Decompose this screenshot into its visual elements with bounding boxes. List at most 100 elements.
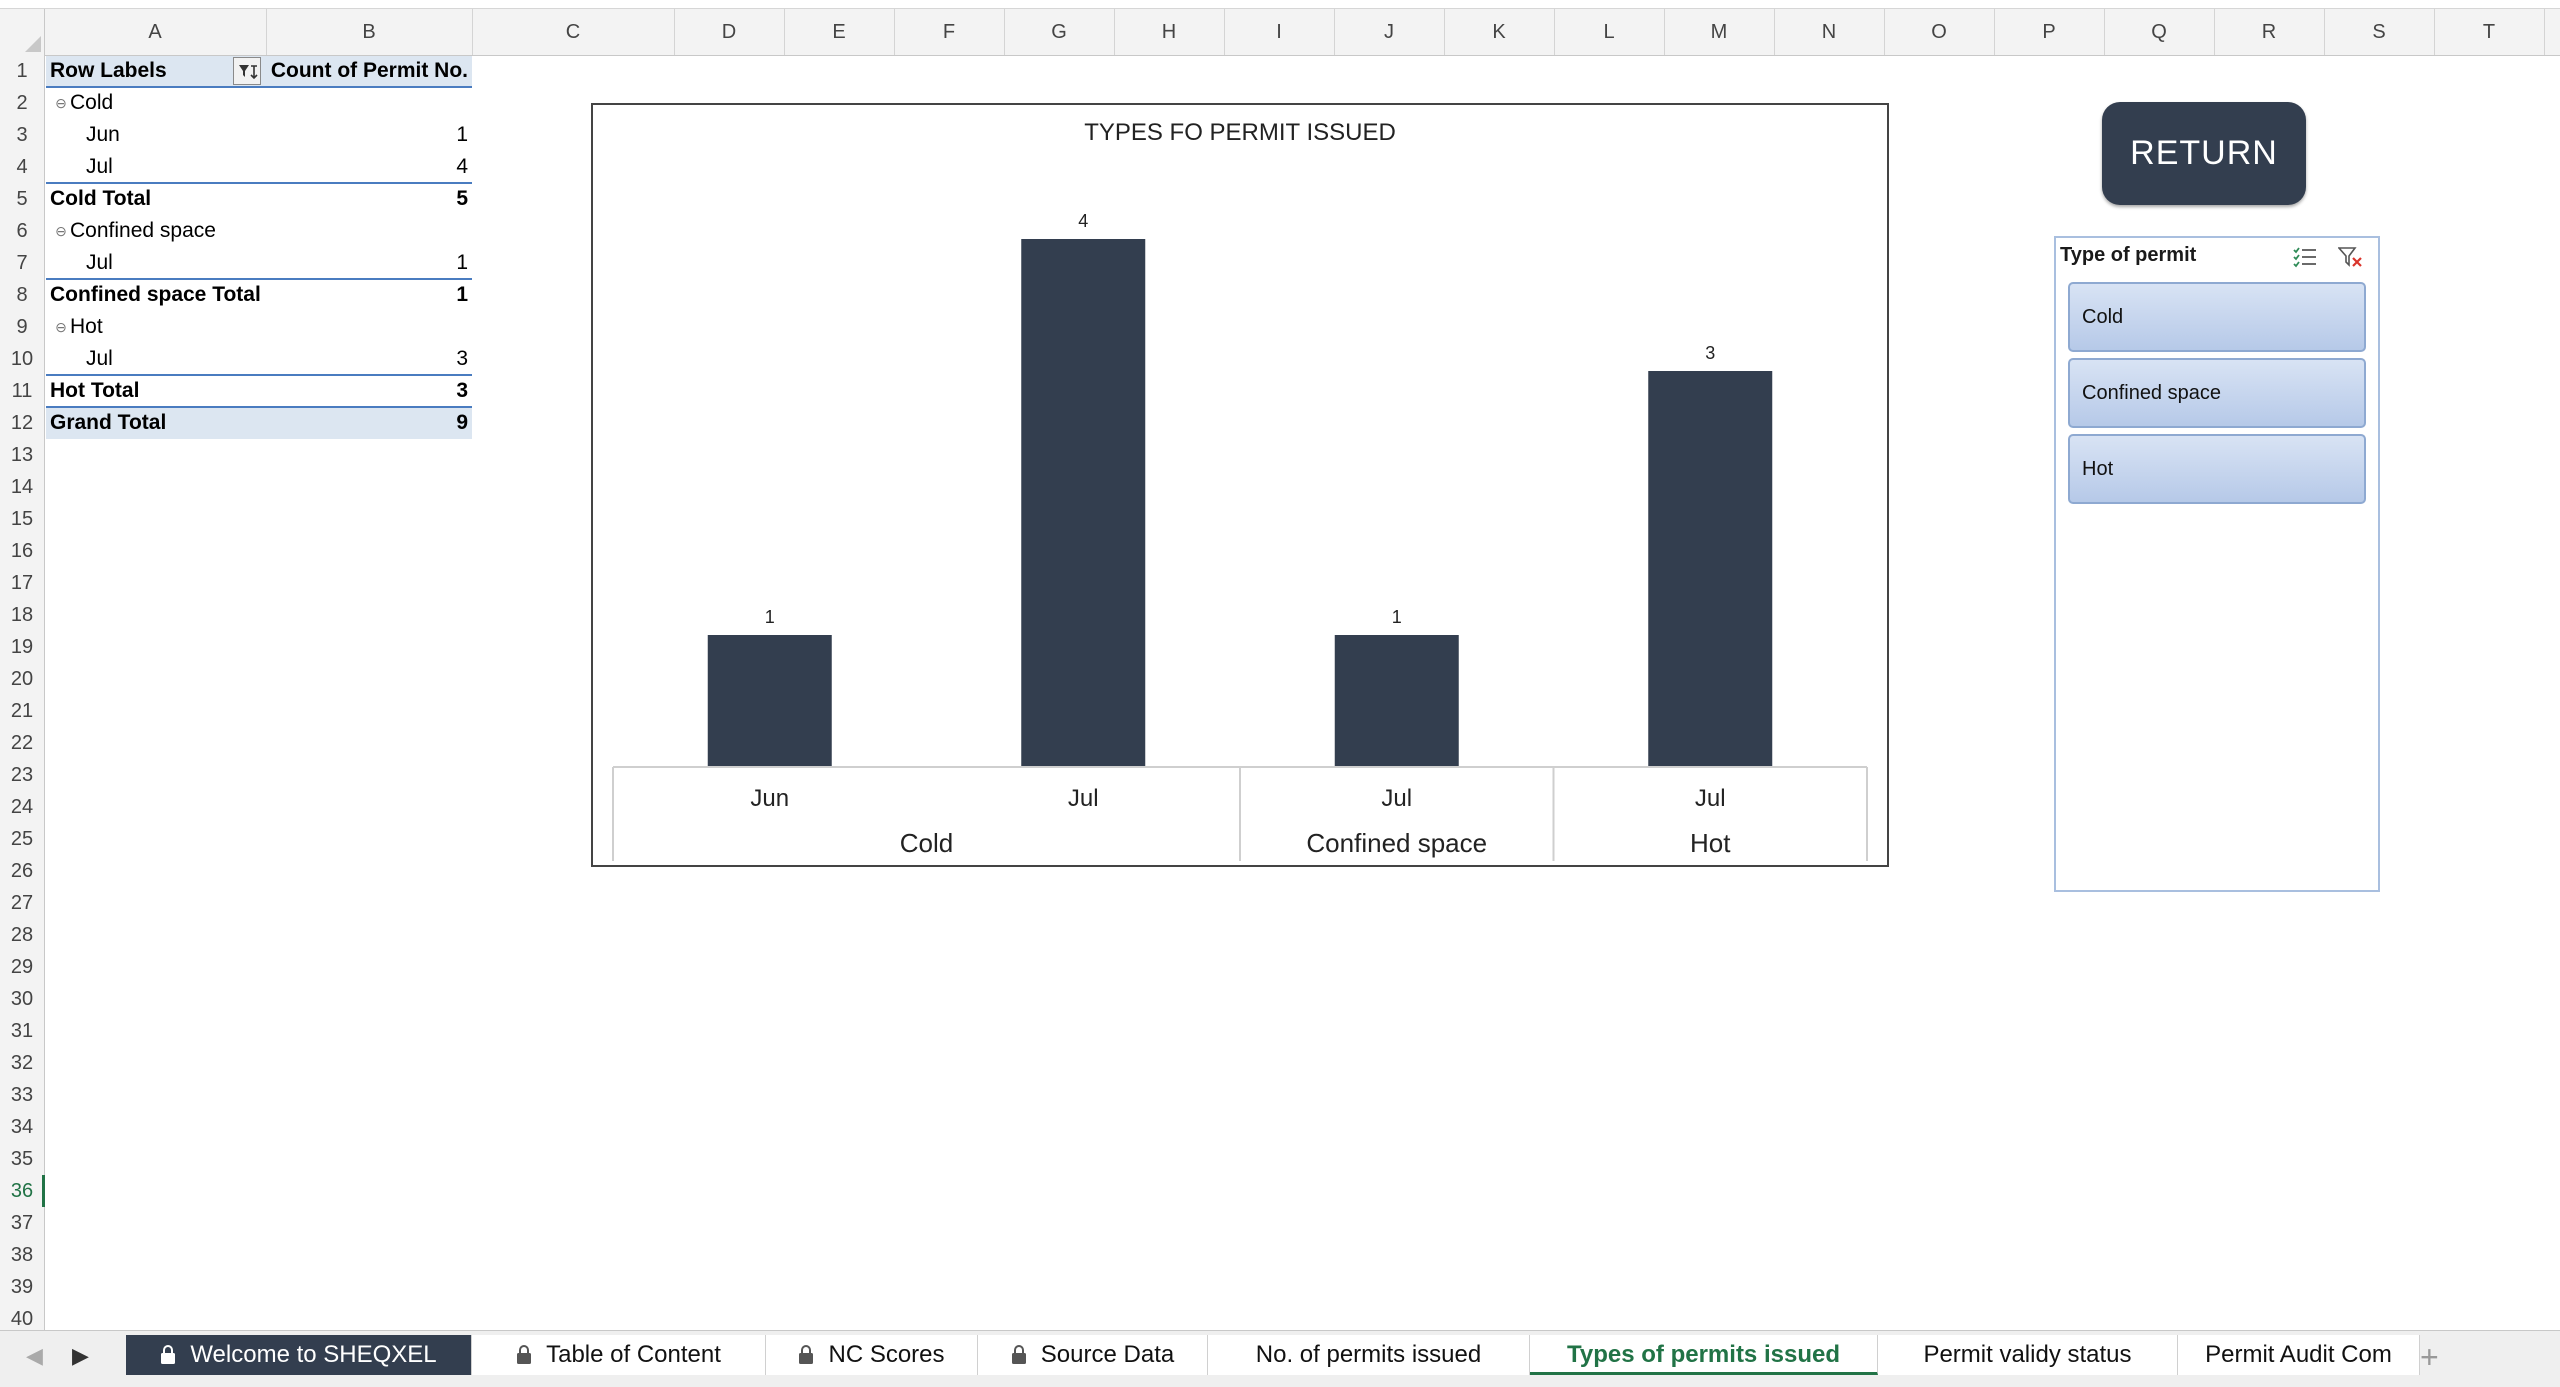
pivot-row-label[interactable]: Hot xyxy=(70,311,262,343)
column-header-o[interactable]: O xyxy=(1884,9,1995,55)
permit-type-slicer[interactable]: Type of permit Cold Confined space Hot xyxy=(2054,236,2380,892)
pivot-row-label[interactable]: Jul xyxy=(86,343,262,375)
row-header-32[interactable]: 32 xyxy=(0,1047,44,1079)
row-header-31[interactable]: 31 xyxy=(0,1015,44,1047)
column-header-r[interactable]: R xyxy=(2214,9,2325,55)
row-header-6[interactable]: 6 xyxy=(0,215,44,247)
row-header-36[interactable]: 36 xyxy=(0,1175,45,1207)
row-header-34[interactable]: 34 xyxy=(0,1111,44,1143)
sheet-tab[interactable]: No. of permits issued xyxy=(1208,1335,1530,1375)
prev-sheet-icon[interactable]: ◀ xyxy=(26,1343,43,1369)
pivot-row-label[interactable]: Cold xyxy=(70,87,262,119)
pivot-row-value[interactable]: 5 xyxy=(266,183,468,215)
pivot-row-value[interactable]: 3 xyxy=(266,375,468,407)
pivot-row-value[interactable] xyxy=(266,215,468,247)
row-header-11[interactable]: 11 xyxy=(0,375,44,407)
column-header-l[interactable]: L xyxy=(1554,9,1665,55)
sheet-tab[interactable]: NC Scores xyxy=(766,1335,978,1375)
pivot-header-count[interactable]: Count of Permit No. xyxy=(262,55,468,87)
clear-filter-icon[interactable] xyxy=(2338,246,2364,268)
row-header-17[interactable]: 17 xyxy=(0,567,44,599)
row-header-1[interactable]: 1 xyxy=(0,55,44,87)
column-header-j[interactable]: J xyxy=(1334,9,1445,55)
row-header-21[interactable]: 21 xyxy=(0,695,44,727)
return-button[interactable]: RETURN xyxy=(2102,102,2306,205)
sheet-tab[interactable]: Table of Content xyxy=(472,1335,766,1375)
row-header-2[interactable]: 2 xyxy=(0,87,44,119)
row-header-20[interactable]: 20 xyxy=(0,663,44,695)
column-header-e[interactable]: E xyxy=(784,9,895,55)
column-header-q[interactable]: Q xyxy=(2104,9,2215,55)
row-header-26[interactable]: 26 xyxy=(0,855,44,887)
row-header-4[interactable]: 4 xyxy=(0,151,44,183)
slicer-item-hot[interactable]: Hot xyxy=(2068,434,2366,504)
next-sheet-icon[interactable]: ▶ xyxy=(72,1343,89,1369)
row-header-29[interactable]: 29 xyxy=(0,951,44,983)
column-header-b[interactable]: B xyxy=(266,9,473,55)
pivot-row-label[interactable]: Cold Total xyxy=(50,183,262,215)
row-header-7[interactable]: 7 xyxy=(0,247,44,279)
slicer-item-confined-space[interactable]: Confined space xyxy=(2068,358,2366,428)
column-header-s[interactable]: S xyxy=(2324,9,2435,55)
pivot-row-label[interactable]: Grand Total xyxy=(50,407,262,439)
row-header-9[interactable]: 9 xyxy=(0,311,44,343)
pivot-row-label[interactable]: Jul xyxy=(86,151,262,183)
column-header-k[interactable]: K xyxy=(1444,9,1555,55)
sheet-tab[interactable]: Types of permits issued xyxy=(1530,1335,1878,1375)
pivot-row-label[interactable]: Jul xyxy=(86,247,262,279)
row-header-3[interactable]: 3 xyxy=(0,119,44,151)
column-header-d[interactable]: D xyxy=(674,9,785,55)
row-header-24[interactable]: 24 xyxy=(0,791,44,823)
row-header-13[interactable]: 13 xyxy=(0,439,44,471)
collapse-icon[interactable]: ⊖ xyxy=(54,96,68,110)
column-header-f[interactable]: F xyxy=(894,9,1005,55)
types-of-permit-chart[interactable]: TYPES FO PERMIT ISSUED 1 Jun 4 Jul 1 Jul 3 Jul Co… xyxy=(591,103,1889,867)
row-header-15[interactable]: 15 xyxy=(0,503,44,535)
column-header-g[interactable]: G xyxy=(1004,9,1115,55)
pivot-row-label[interactable]: Confined space xyxy=(70,215,262,247)
row-header-35[interactable]: 35 xyxy=(0,1143,44,1175)
row-header-8[interactable]: 8 xyxy=(0,279,44,311)
sheet-tab[interactable]: Welcome to SHEQXEL xyxy=(126,1335,472,1375)
multi-select-icon[interactable] xyxy=(2292,246,2318,268)
column-header-m[interactable]: M xyxy=(1664,9,1775,55)
row-header-18[interactable]: 18 xyxy=(0,599,44,631)
row-header-33[interactable]: 33 xyxy=(0,1079,44,1111)
row-header-19[interactable]: 19 xyxy=(0,631,44,663)
sheet-tab[interactable]: Permit Audit Com xyxy=(2178,1335,2420,1375)
column-header-t[interactable]: T xyxy=(2434,9,2545,55)
row-header-25[interactable]: 25 xyxy=(0,823,44,855)
row-header-16[interactable]: 16 xyxy=(0,535,44,567)
collapse-icon[interactable]: ⊖ xyxy=(54,224,68,238)
row-header-23[interactable]: 23 xyxy=(0,759,44,791)
pivot-row-value[interactable]: 9 xyxy=(266,407,468,439)
collapse-icon[interactable]: ⊖ xyxy=(54,320,68,334)
pivot-row-value[interactable] xyxy=(266,87,468,119)
pivot-row-label[interactable]: Confined space Total xyxy=(50,279,262,311)
pivot-row-value[interactable]: 3 xyxy=(266,343,468,375)
row-header-14[interactable]: 14 xyxy=(0,471,44,503)
pivot-header-row-labels[interactable]: Row Labels xyxy=(50,55,230,87)
column-header-h[interactable]: H xyxy=(1114,9,1225,55)
column-header-p[interactable]: P xyxy=(1994,9,2105,55)
pivot-row-value[interactable]: 1 xyxy=(266,247,468,279)
row-header-30[interactable]: 30 xyxy=(0,983,44,1015)
sheet-tab[interactable]: Source Data xyxy=(978,1335,1208,1375)
pivot-row-label[interactable]: Hot Total xyxy=(50,375,262,407)
row-header-27[interactable]: 27 xyxy=(0,887,44,919)
pivot-filter-button[interactable] xyxy=(233,57,261,85)
row-header-28[interactable]: 28 xyxy=(0,919,44,951)
row-header-39[interactable]: 39 xyxy=(0,1271,44,1303)
pivot-row-value[interactable]: 4 xyxy=(266,151,468,183)
pivot-row-value[interactable] xyxy=(266,311,468,343)
column-header-c[interactable]: C xyxy=(472,9,675,55)
add-sheet-icon[interactable]: + xyxy=(2420,1339,2439,1376)
row-header-37[interactable]: 37 xyxy=(0,1207,44,1239)
row-header-10[interactable]: 10 xyxy=(0,343,44,375)
column-header-n[interactable]: N xyxy=(1774,9,1885,55)
column-header-i[interactable]: I xyxy=(1224,9,1335,55)
row-header-38[interactable]: 38 xyxy=(0,1239,44,1271)
sheet-tab[interactable]: Permit validy status xyxy=(1878,1335,2178,1375)
pivot-row-label[interactable]: Jun xyxy=(86,119,262,151)
pivot-row-value[interactable]: 1 xyxy=(266,279,468,311)
